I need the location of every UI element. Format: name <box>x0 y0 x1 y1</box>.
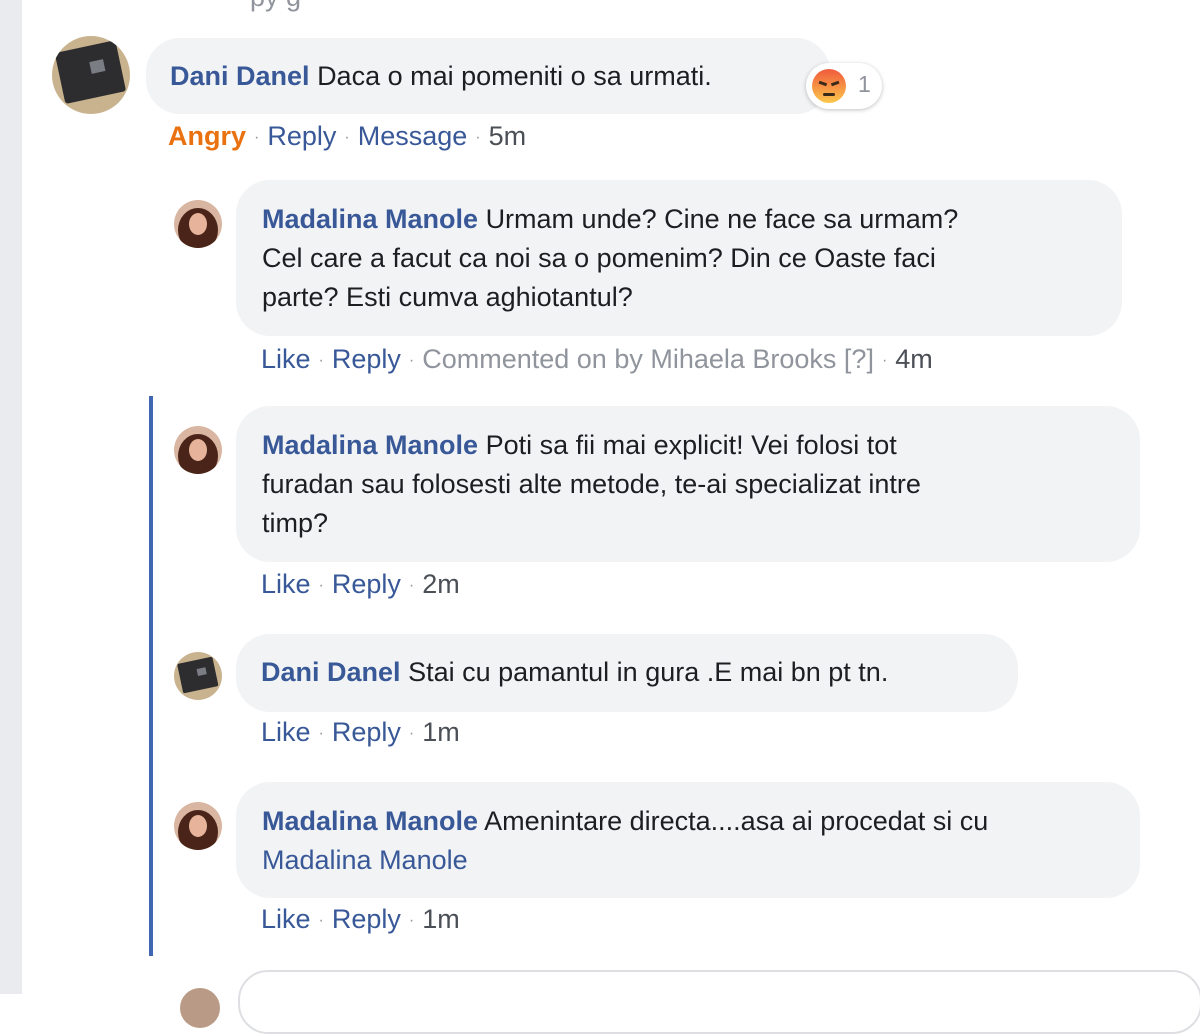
comment-timestamp[interactable]: 5m <box>489 121 527 151</box>
comment-text: Stai cu pamantul in gura .E mai bn pt tn… <box>408 657 889 687</box>
comment-timestamp[interactable]: 2m <box>422 569 460 599</box>
comment-actions: Like · Reply · 1m <box>261 904 460 935</box>
separator: · <box>318 911 324 929</box>
comment-text-line: Urmam unde? Cine ne face sa urmam? <box>485 204 959 234</box>
comment-bubble: Dani Danel Stai cu pamantul in gura .E m… <box>236 634 1018 712</box>
comment-author[interactable]: Dani Danel <box>170 61 310 91</box>
avatar <box>180 988 220 1028</box>
avatar[interactable] <box>174 802 222 850</box>
comment-author[interactable]: Madalina Manole <box>262 204 478 234</box>
reply-link[interactable]: Reply <box>332 904 401 934</box>
separator: · <box>408 724 415 742</box>
reaction-label[interactable]: Angry <box>168 121 246 151</box>
message-link[interactable]: Message <box>358 121 468 151</box>
cropped-previous-actions: py g <box>250 0 301 13</box>
comment-text-line: Cel care a facut ca noi sa o pomenim? Di… <box>262 243 936 273</box>
comment-actions: Angry · Reply · Message · 5m <box>168 121 526 152</box>
avatar[interactable] <box>174 426 222 474</box>
mention-link[interactable]: Madalina Manole <box>262 845 468 875</box>
comment-actions: Like · Reply · Commented on by Mihaela Brook… <box>261 344 933 375</box>
avatar[interactable] <box>174 200 222 248</box>
reply-link[interactable]: Reply <box>332 717 401 747</box>
comment-text-line: Poti sa fii mai explicit! Vei folosi tot <box>485 430 897 460</box>
like-link[interactable]: Like <box>261 904 311 934</box>
separator: · <box>408 351 415 369</box>
comment-author[interactable]: Dani Danel <box>261 657 401 687</box>
comment-actions: Like · Reply · 2m <box>261 569 460 600</box>
like-link[interactable]: Like <box>261 344 311 374</box>
comment-text: Amenintare directa....asa ai procedat si… <box>484 806 989 836</box>
comment-author[interactable]: Madalina Manole <box>262 806 478 836</box>
comment-timestamp[interactable]: 1m <box>422 717 460 747</box>
comment-timestamp[interactable]: 4m <box>895 344 933 374</box>
separator: · <box>475 128 481 146</box>
comment-bubble: Madalina Manole Amenintare directa....as… <box>236 782 1140 898</box>
angry-emoji-icon <box>810 67 848 110</box>
like-link[interactable]: Like <box>261 569 311 599</box>
commented-on-note: Commented on by Mihaela Brooks [?] <box>422 344 874 374</box>
reply-thread-line <box>149 396 153 956</box>
separator: · <box>408 911 415 929</box>
comment-text-line: timp? <box>262 508 329 538</box>
reaction-count: 1 <box>858 71 871 97</box>
reply-link[interactable]: Reply <box>332 344 401 374</box>
avatar[interactable] <box>174 652 222 700</box>
comment-bubble: Dani Danel Daca o mai pomeniti o sa urma… <box>146 38 830 114</box>
reply-link[interactable]: Reply <box>267 121 336 151</box>
comment-text-line: parte? Esti cumva aghiotantul? <box>262 282 633 312</box>
comment-timestamp[interactable]: 1m <box>422 904 460 934</box>
like-link[interactable]: Like <box>261 717 311 747</box>
reaction-summary[interactable]: 1 <box>806 63 882 109</box>
comment-actions: Like · Reply · 1m <box>261 717 460 748</box>
separator: · <box>254 128 260 146</box>
separator: · <box>344 128 350 146</box>
comment-text: Daca o mai pomeniti o sa urmati. <box>317 61 712 91</box>
avatar[interactable] <box>52 36 130 114</box>
separator: · <box>318 724 324 742</box>
comment-bubble: Madalina Manole Urmam unde? Cine ne face… <box>236 180 1122 336</box>
comment-author[interactable]: Madalina Manole <box>262 430 478 460</box>
reply-link[interactable]: Reply <box>332 569 401 599</box>
page-left-gutter <box>0 0 22 994</box>
reply-input-box[interactable] <box>238 970 1200 1034</box>
comment-text-line: furadan sau folosesti alte metode, te-ai… <box>262 469 921 499</box>
separator: · <box>318 576 324 594</box>
separator: · <box>318 351 324 369</box>
comment-bubble: Madalina Manole Poti sa fii mai explicit… <box>236 406 1140 562</box>
separator: · <box>881 351 888 369</box>
separator: · <box>408 576 415 594</box>
